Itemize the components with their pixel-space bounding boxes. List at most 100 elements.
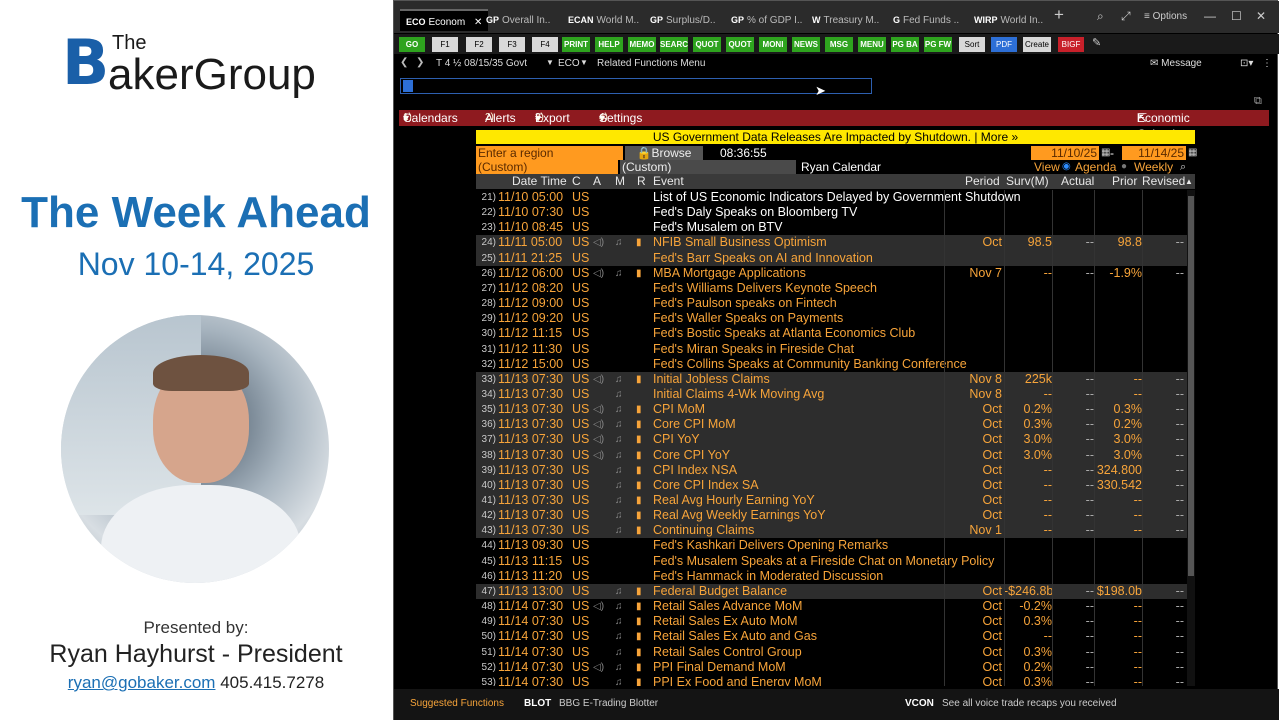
- table-row[interactable]: 43) 11/13 07:30 US ♫ ▮ Continuing Claims Nov 1…: [476, 523, 1187, 539]
- event-name[interactable]: Retail Sales Ex Auto and Gas: [653, 629, 817, 644]
- tab-eco[interactable]: ECO Econom ✕: [400, 9, 489, 31]
- calendar-icon[interactable]: ▦: [1188, 146, 1197, 160]
- fkey-quote1[interactable]: QUOT: [693, 37, 721, 52]
- message-button[interactable]: ✉ Message: [1150, 58, 1202, 69]
- table-row[interactable]: 23) 11/10 08:45 US Fed's Musalem on BTV: [476, 220, 1187, 235]
- speaker-icon[interactable]: ◁): [593, 599, 604, 614]
- alert-bell-icon[interactable]: ♫: [615, 599, 623, 614]
- vcon-code[interactable]: VCON: [905, 698, 934, 709]
- sort-button[interactable]: Sort: [959, 37, 985, 52]
- event-name[interactable]: Fed's Waller Speaks on Payments: [653, 311, 843, 326]
- minimize-button[interactable]: —: [1204, 9, 1216, 23]
- table-row[interactable]: 53) 11/14 07:30 US ♫ ▮ PPI Ex Food and Energy…: [476, 675, 1187, 686]
- table-row[interactable]: 32) 11/12 15:00 US Fed's Collins Speaks at …: [476, 357, 1187, 372]
- banner-more-link[interactable]: | More »: [974, 130, 1018, 144]
- event-name[interactable]: Fed's Collins Speaks at Community Bankin…: [653, 357, 967, 372]
- blot-description[interactable]: BBG E-Trading Blotter: [559, 698, 658, 709]
- more-options-icon[interactable]: ⋮: [1262, 58, 1272, 69]
- fkey-quote2[interactable]: QUOT: [726, 37, 754, 52]
- event-name[interactable]: PPI Ex Food and Energy MoM: [653, 675, 822, 686]
- tab-ecan[interactable]: ECAN World M..: [568, 9, 639, 31]
- event-name[interactable]: Real Avg Hourly Earning YoY: [653, 493, 815, 508]
- tab-fed-funds[interactable]: G Fed Funds ..: [893, 9, 959, 31]
- event-name[interactable]: Core CPI Index SA: [653, 478, 759, 493]
- table-row[interactable]: 42) 11/13 07:30 US ♫ ▮ Real Avg Weekly Earnin…: [476, 508, 1187, 524]
- screenshot-icon[interactable]: ⧉: [1254, 95, 1262, 108]
- table-row[interactable]: 22) 11/10 07:30 US Fed's Daly Speaks on Blo…: [476, 205, 1187, 220]
- table-row[interactable]: 27) 11/12 08:20 US Fed's Williams Delivers …: [476, 281, 1187, 296]
- table-row[interactable]: 46) 11/13 11:20 US Fed's Hammack in Moderat…: [476, 569, 1187, 584]
- alert-bell-icon[interactable]: ♫: [615, 614, 623, 629]
- fkey-memo[interactable]: MEMO: [628, 37, 656, 52]
- alert-bell-icon[interactable]: ♫: [615, 402, 623, 417]
- event-name[interactable]: Fed's Daly Speaks on Bloomberg TV: [653, 205, 857, 220]
- table-row[interactable]: 49) 11/14 07:30 US ♫ ▮ Retail Sales Ex Auto M…: [476, 614, 1187, 629]
- new-tab-button[interactable]: +: [1054, 5, 1064, 25]
- end-date-input[interactable]: 11/14/25: [1122, 146, 1186, 160]
- window-menu-icon[interactable]: ⊡▾: [1240, 58, 1253, 69]
- event-name[interactable]: Fed's Williams Delivers Keynote Speech: [653, 281, 877, 296]
- fkey-monitor[interactable]: MONI: [759, 37, 787, 52]
- alert-bell-icon[interactable]: ♫: [615, 645, 623, 660]
- column-header-actual[interactable]: Actual: [1061, 174, 1094, 189]
- column-header-revised[interactable]: Revised: [1142, 174, 1185, 189]
- alert-bell-icon[interactable]: ♫: [615, 266, 623, 281]
- scrollbar-thumb[interactable]: [1188, 196, 1194, 576]
- event-name[interactable]: Fed's Barr Speaks on AI and Innovation: [653, 251, 873, 266]
- event-name[interactable]: Fed's Kashkari Delivers Opening Remarks: [653, 538, 888, 553]
- blot-code[interactable]: BLOT: [524, 698, 551, 709]
- alert-bell-icon[interactable]: ♫: [615, 629, 623, 644]
- pdf-button[interactable]: PDF: [991, 37, 1017, 52]
- fkey-help[interactable]: HELP: [595, 37, 623, 52]
- fkey-page-back[interactable]: PG BA: [891, 37, 919, 52]
- table-row[interactable]: 45) 11/13 11:15 US Fed's Musalem Speaks at …: [476, 554, 1187, 569]
- event-name[interactable]: Core CPI MoM: [653, 417, 736, 432]
- event-name[interactable]: Initial Jobless Claims: [653, 372, 770, 387]
- table-row[interactable]: 31) 11/12 11:30 US Fed's Miran Speaks in Fi…: [476, 342, 1187, 357]
- function-selector[interactable]: ECO: [558, 58, 580, 69]
- zoom-icon[interactable]: ⌕: [1180, 160, 1186, 174]
- event-name[interactable]: Federal Budget Balance: [653, 584, 787, 599]
- alert-bell-icon[interactable]: ♫: [615, 448, 623, 463]
- menu-export[interactable]: 3) Export ▾: [535, 110, 570, 126]
- expand-icon[interactable]: ⤢: [1121, 9, 1131, 24]
- table-row[interactable]: 50) 11/14 07:30 US ♫ ▮ Retail Sales Ex Auto a…: [476, 629, 1187, 644]
- event-name[interactable]: Core CPI YoY: [653, 448, 730, 463]
- maximize-button[interactable]: ☐: [1231, 9, 1242, 23]
- region-input[interactable]: Enter a region: [476, 146, 623, 160]
- shutdown-banner[interactable]: US Government Data Releases Are Impacted…: [476, 130, 1195, 144]
- event-name[interactable]: List of US Economic Indicators Delayed b…: [653, 190, 1021, 205]
- alert-bell-icon[interactable]: ♫: [615, 372, 623, 387]
- table-row[interactable]: 37) 11/13 07:30 US ◁) ♫ ▮ CPI YoY Oct 3.0% -- 3.0%…: [476, 432, 1187, 448]
- event-name[interactable]: Retail Sales Control Group: [653, 645, 802, 660]
- event-name[interactable]: Retail Sales Ex Auto MoM: [653, 614, 798, 629]
- column-header-event[interactable]: Event: [653, 174, 684, 189]
- related-functions-menu[interactable]: Related Functions Menu: [597, 58, 705, 69]
- event-name[interactable]: CPI MoM: [653, 402, 705, 417]
- tab-gp-surplus[interactable]: GP Surplus/D..: [650, 9, 715, 31]
- table-row[interactable]: 30) 11/12 11:15 US Fed's Bostic Speaks at A…: [476, 326, 1187, 341]
- fkey-menu[interactable]: MENU: [858, 37, 886, 52]
- table-row[interactable]: 41) 11/13 07:30 US ♫ ▮ Real Avg Hourly Earnin…: [476, 493, 1187, 509]
- table-row[interactable]: 35) 11/13 07:30 US ◁) ♫ ▮ CPI MoM Oct 0.2% -- 0.3%…: [476, 402, 1187, 418]
- table-row[interactable]: 34) 11/13 07:30 US ♫ Initial Claims 4-Wk Mov…: [476, 386, 1187, 403]
- column-header-a[interactable]: A: [593, 174, 601, 189]
- speaker-icon[interactable]: ◁): [593, 432, 604, 447]
- menu-settings[interactable]: 4) Settings ▾: [599, 110, 642, 126]
- speaker-icon[interactable]: ◁): [593, 235, 604, 250]
- table-row[interactable]: 38) 11/13 07:30 US ◁) ♫ ▮ Core CPI YoY Oct 3.0% -…: [476, 447, 1187, 463]
- alert-bell-icon[interactable]: ♫: [615, 432, 623, 447]
- custom-calendar-select[interactable]: (Custom): [620, 160, 796, 174]
- start-date-input[interactable]: 11/10/25: [1031, 146, 1099, 160]
- alert-bell-icon[interactable]: ♫: [615, 660, 623, 675]
- alert-bell-icon[interactable]: ♫: [615, 387, 623, 402]
- fkey-news[interactable]: NEWS: [792, 37, 820, 52]
- speaker-icon[interactable]: ◁): [593, 266, 604, 281]
- bigf-button[interactable]: BIGF: [1058, 37, 1084, 52]
- event-name[interactable]: Fed's Paulson speaks on Fintech: [653, 296, 837, 311]
- command-line-input[interactable]: [400, 78, 872, 94]
- custom-region-select[interactable]: (Custom): [476, 160, 618, 174]
- fkey-go[interactable]: GO: [399, 37, 425, 52]
- event-name[interactable]: CPI YoY: [653, 432, 700, 447]
- speaker-icon[interactable]: ◁): [593, 372, 604, 387]
